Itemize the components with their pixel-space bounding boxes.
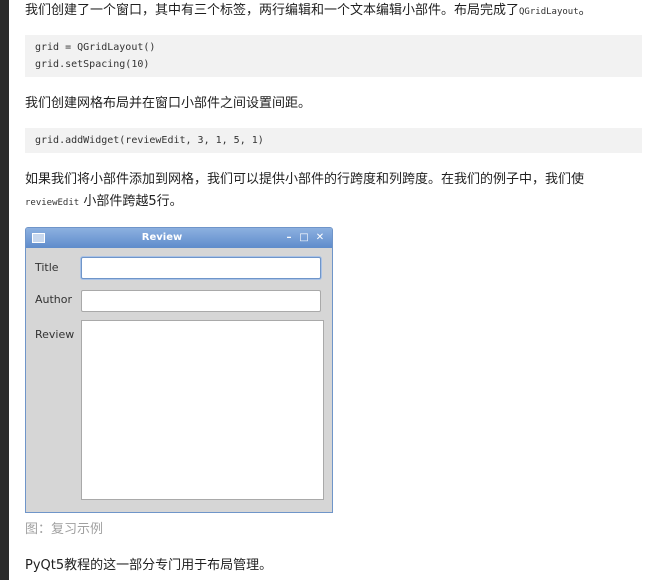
code-line: grid = QGridLayout()	[35, 42, 156, 53]
figure-caption: 图：复习示例	[25, 522, 104, 537]
review-window-figure: Review – □ ✕ Title Author Review	[25, 227, 333, 513]
window-title: Review	[141, 232, 183, 243]
paragraph-grid-spacing: 我们创建网格布局并在窗口小部件之间设置间距。	[25, 96, 312, 111]
maximize-icon[interactable]: □	[298, 228, 310, 248]
inline-code-reviewedit: reviewEdit	[25, 198, 80, 208]
paragraph-conclusion: PyQt5教程的这一部分专门用于布局管理。	[25, 558, 273, 573]
code-line: grid.addWidget(reviewEdit, 3, 1, 5, 1)	[35, 135, 264, 146]
author-input[interactable]	[81, 290, 321, 312]
review-textedit[interactable]	[81, 320, 324, 500]
title-input[interactable]	[81, 257, 321, 279]
label-title: Title	[35, 261, 59, 274]
paragraph-intro-text: 我们创建了一个窗口，其中有三个标签，两行编辑和一个文本编辑小部件。布局完成了	[25, 3, 520, 18]
paragraph-span-text: 小部件跨越5行。	[79, 194, 183, 209]
label-author: Author	[35, 293, 73, 306]
window-titlebar: Review – □ ✕	[26, 228, 332, 248]
close-icon[interactable]: ✕	[314, 228, 326, 248]
code-block-add-widget: grid.addWidget(reviewEdit, 3, 1, 5, 1)	[25, 128, 642, 153]
label-review: Review	[35, 328, 75, 341]
paragraph-intro: 我们创建了一个窗口，其中有三个标签，两行编辑和一个文本编辑小部件。布局完成了QG…	[25, 2, 592, 21]
code-line: grid.setSpacing(10)	[35, 59, 150, 70]
paragraph-span-line1: 如果我们将小部件添加到网格，我们可以提供小部件的行跨度和列跨度。在我们的例子中，…	[25, 172, 585, 187]
code-block-grid-setup: grid = QGridLayout() grid.setSpacing(10)	[25, 35, 642, 77]
minimize-icon[interactable]: –	[283, 228, 295, 248]
inline-code-qgridlayout: QGridLayout	[519, 7, 579, 17]
paragraph-intro-end: 。	[578, 3, 592, 18]
scrollbar-track[interactable]	[0, 0, 9, 580]
paragraph-span-line2: reviewEdit 小部件跨越5行。	[25, 193, 183, 212]
